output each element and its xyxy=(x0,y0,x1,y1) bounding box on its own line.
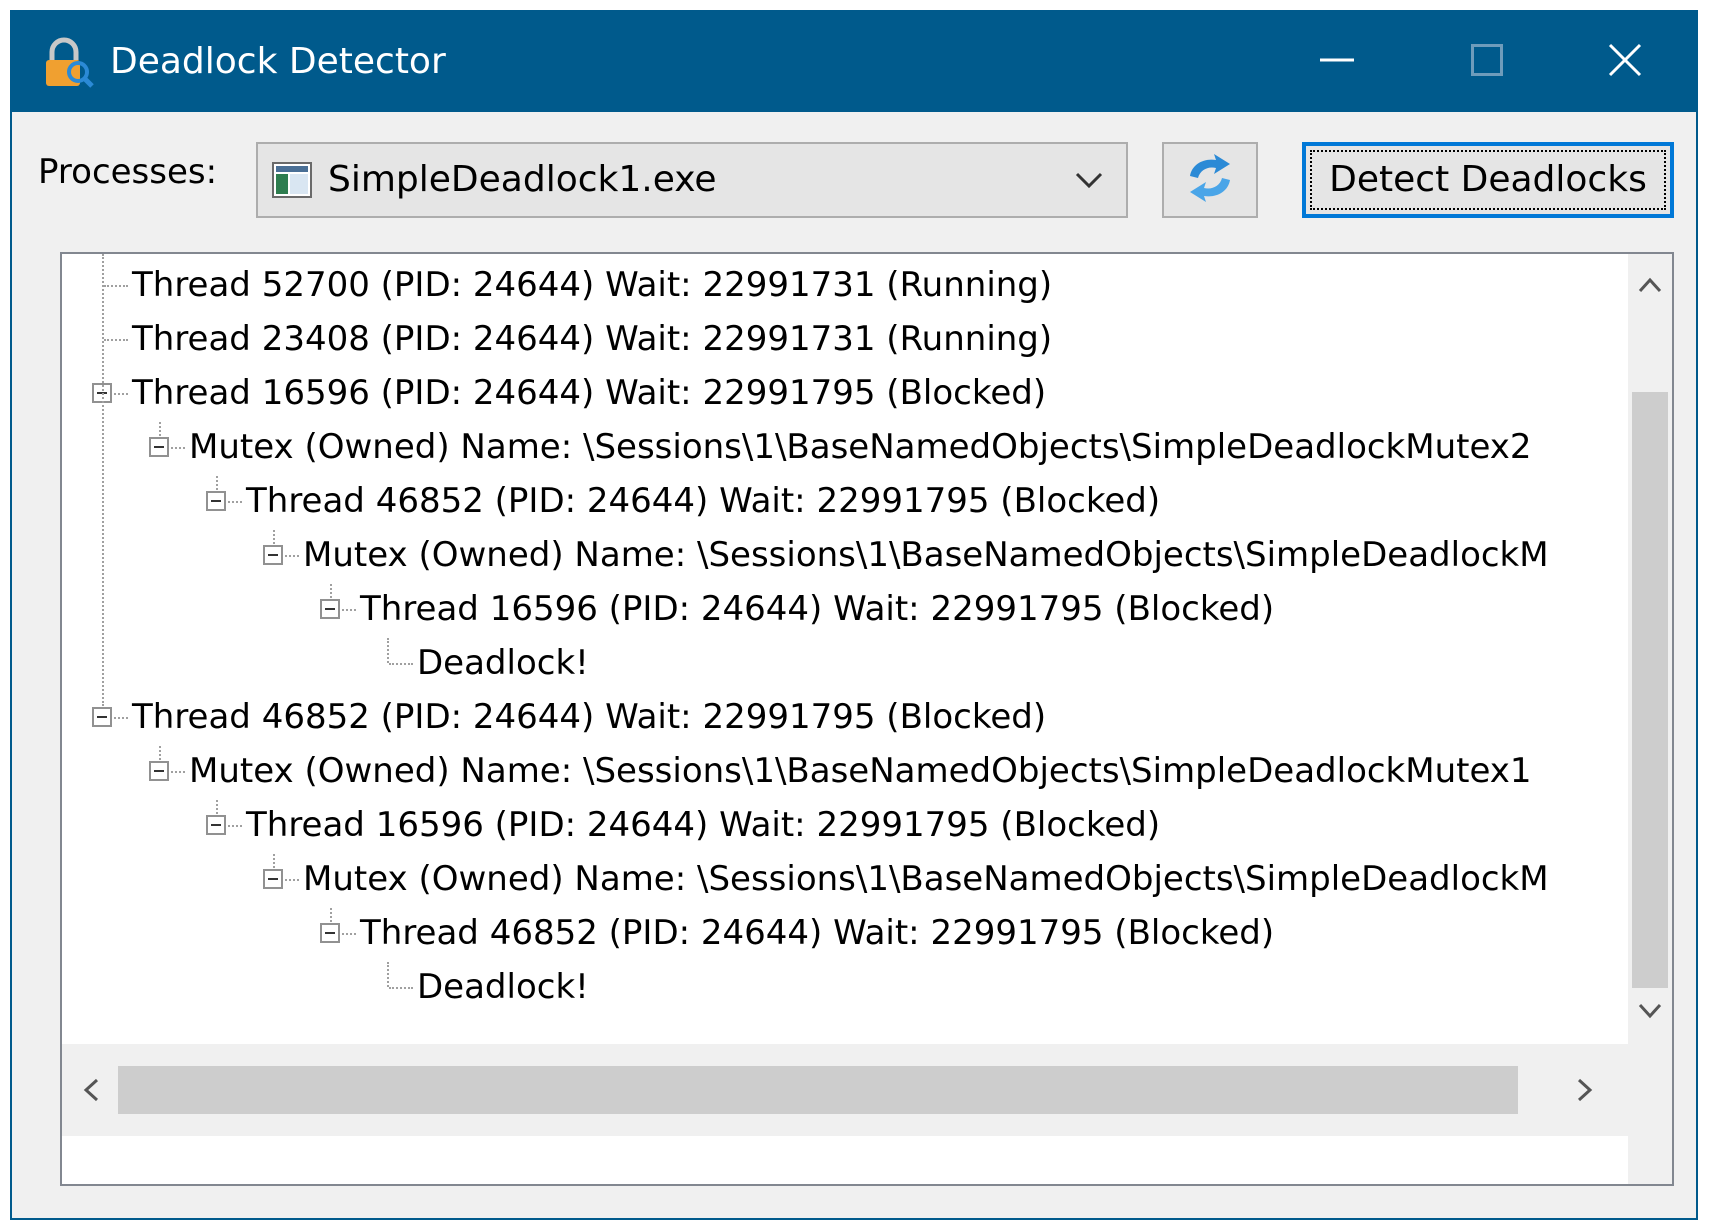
deadlock-tree-view[interactable]: Thread 52700 (PID: 24644) Wait: 22991731… xyxy=(60,252,1674,1186)
tree-connector xyxy=(216,476,218,490)
collapse-toggle[interactable] xyxy=(320,923,340,943)
minimize-icon xyxy=(1320,43,1354,81)
collapse-toggle[interactable] xyxy=(149,761,169,781)
tree-connector xyxy=(114,393,128,395)
tree-connector xyxy=(330,584,332,598)
close-icon xyxy=(1608,43,1642,81)
tree-node[interactable]: Deadlock! xyxy=(417,960,589,1014)
vertical-scrollbar[interactable] xyxy=(1628,254,1672,1136)
tree-connector xyxy=(104,339,128,341)
minimize-button[interactable] xyxy=(1262,12,1412,112)
tree-node[interactable]: Thread 23408 (PID: 24644) Wait: 22991731… xyxy=(132,312,1052,366)
detect-deadlocks-button[interactable]: Detect Deadlocks xyxy=(1302,142,1674,218)
scrollbar-corner xyxy=(1628,1136,1672,1184)
scroll-right-arrow[interactable] xyxy=(1560,1064,1610,1116)
tree-connector xyxy=(171,771,185,773)
tree-node[interactable]: Mutex (Owned) Name: \Sessions\1\BaseName… xyxy=(303,852,1549,906)
executable-icon xyxy=(272,162,312,198)
process-dropdown[interactable]: SimpleDeadlock1.exe xyxy=(256,142,1128,218)
detect-deadlocks-label: Detect Deadlocks xyxy=(1329,159,1647,200)
tree-connector xyxy=(171,447,185,449)
tree-connector xyxy=(387,962,389,987)
maximize-icon xyxy=(1471,44,1503,80)
tree-connector xyxy=(228,825,242,827)
padlock-search-icon xyxy=(42,36,94,90)
maximize-button[interactable] xyxy=(1412,12,1562,112)
chevron-down-icon xyxy=(1074,168,1104,192)
tree-connector xyxy=(387,638,389,663)
tree-connector xyxy=(228,501,242,503)
tree-connector xyxy=(273,854,275,868)
vertical-scroll-thumb[interactable] xyxy=(1632,392,1668,988)
tree-connector xyxy=(102,254,104,706)
collapse-toggle[interactable] xyxy=(149,437,169,457)
tree-node[interactable]: Thread 46852 (PID: 24644) Wait: 22991795… xyxy=(360,906,1274,960)
collapse-toggle[interactable] xyxy=(263,869,283,889)
scroll-left-arrow[interactable] xyxy=(66,1064,116,1116)
processes-label: Processes: xyxy=(38,152,218,192)
tree-node[interactable]: Thread 16596 (PID: 24644) Wait: 22991795… xyxy=(132,366,1046,420)
tree-connector xyxy=(159,422,161,436)
collapse-toggle[interactable] xyxy=(206,815,226,835)
title-bar[interactable]: Deadlock Detector xyxy=(12,12,1696,112)
tree-connector xyxy=(104,285,128,287)
selected-process: SimpleDeadlock1.exe xyxy=(328,159,717,200)
horizontal-scrollbar[interactable] xyxy=(62,1044,1628,1136)
refresh-icon xyxy=(1182,150,1238,210)
tree-node[interactable]: Mutex (Owned) Name: \Sessions\1\BaseName… xyxy=(303,528,1549,582)
collapse-toggle[interactable] xyxy=(263,545,283,565)
tree-connector xyxy=(389,987,413,989)
tree-connector xyxy=(389,663,413,665)
collapse-toggle[interactable] xyxy=(320,599,340,619)
tree-connector xyxy=(159,746,161,760)
tree-connector xyxy=(342,933,356,935)
app-window: Deadlock Detector Processes: SimpleDeadl… xyxy=(10,10,1698,1220)
tree-connector xyxy=(342,609,356,611)
close-button[interactable] xyxy=(1550,12,1700,112)
tree-node[interactable]: Thread 46852 (PID: 24644) Wait: 22991795… xyxy=(246,474,1160,528)
tree-node[interactable]: Mutex (Owned) Name: \Sessions\1\BaseName… xyxy=(189,744,1532,798)
tree-node[interactable]: Thread 46852 (PID: 24644) Wait: 22991795… xyxy=(132,690,1046,744)
tree-connector xyxy=(114,717,128,719)
window-title: Deadlock Detector xyxy=(110,41,446,82)
tree-node[interactable]: Thread 16596 (PID: 24644) Wait: 22991795… xyxy=(360,582,1274,636)
tree-node[interactable]: Thread 16596 (PID: 24644) Wait: 22991795… xyxy=(246,798,1160,852)
collapse-toggle[interactable] xyxy=(92,707,112,727)
tree-connector xyxy=(273,530,275,544)
refresh-button[interactable] xyxy=(1162,142,1258,218)
horizontal-scroll-thumb[interactable] xyxy=(118,1066,1518,1114)
tree-connector xyxy=(330,908,332,922)
tree-connector xyxy=(216,800,218,814)
tree-node[interactable]: Deadlock! xyxy=(417,636,589,690)
tree-content: Thread 52700 (PID: 24644) Wait: 22991731… xyxy=(62,254,1628,1044)
tree-connector xyxy=(285,555,299,557)
scroll-down-arrow[interactable] xyxy=(1628,986,1672,1036)
tree-node[interactable]: Mutex (Owned) Name: \Sessions\1\BaseName… xyxy=(189,420,1532,474)
tree-connector xyxy=(285,879,299,881)
collapse-toggle[interactable] xyxy=(206,491,226,511)
scroll-up-arrow[interactable] xyxy=(1628,260,1672,310)
tree-node[interactable]: Thread 52700 (PID: 24644) Wait: 22991731… xyxy=(132,258,1052,312)
